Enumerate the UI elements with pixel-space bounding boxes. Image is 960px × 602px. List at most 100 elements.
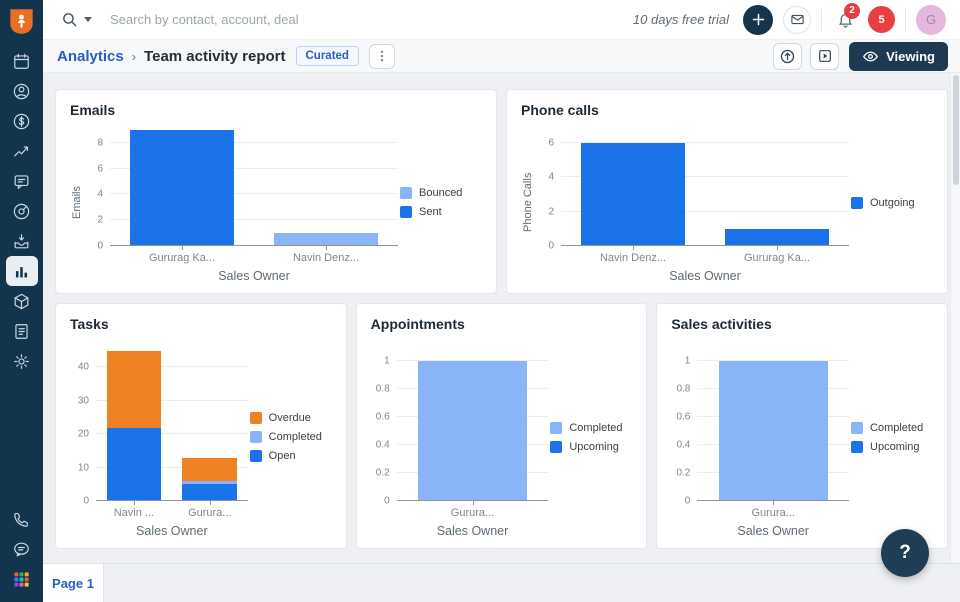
legend-item: Completed bbox=[249, 431, 332, 443]
x-tick-label: Navin ... bbox=[113, 507, 155, 519]
category-tick bbox=[773, 501, 775, 505]
trial-status-text: 10 days free trial bbox=[632, 12, 729, 27]
page-tab-1[interactable]: Page 1 bbox=[43, 564, 104, 602]
search-filter-caret-icon[interactable] bbox=[84, 17, 92, 22]
legend-label: Open bbox=[268, 450, 296, 462]
plot-row: 0 0.2 0.4 0.6 0.8 1 bbox=[671, 336, 850, 507]
y-tick-label: 0 bbox=[548, 240, 554, 252]
search-input[interactable] bbox=[110, 12, 440, 27]
tasks-chart: 0 10 20 30 40 Navin ... Gurura... Sales Owner Ov… bbox=[70, 336, 332, 538]
sidebar-item-invoices[interactable] bbox=[6, 316, 38, 346]
bar bbox=[718, 344, 828, 501]
sidebar-item-contacts[interactable] bbox=[6, 76, 38, 106]
y-tick-label: 0.2 bbox=[375, 467, 390, 479]
chart-card-emails: Emails Emails 0 2 4 6 8 Gururag Ka... Navin Den… bbox=[55, 89, 497, 294]
sidebar-item-apps[interactable] bbox=[6, 564, 38, 594]
alerts-count-button[interactable]: 5 bbox=[868, 6, 895, 33]
bar-segment-overdue[interactable] bbox=[106, 350, 162, 428]
legend-item: Completed bbox=[851, 421, 933, 434]
x-axis-baseline bbox=[697, 500, 850, 501]
category-slot bbox=[561, 130, 705, 250]
legend-item: Sent bbox=[400, 206, 482, 218]
topbar-divider bbox=[905, 8, 906, 31]
viewing-button-label: Viewing bbox=[886, 48, 935, 64]
plot bbox=[561, 130, 849, 250]
plot bbox=[110, 130, 398, 250]
bar-segment-open[interactable] bbox=[106, 427, 162, 501]
chart-title: Tasks bbox=[70, 316, 109, 332]
envelope-icon bbox=[790, 14, 804, 25]
x-tick-label: Gurura... bbox=[450, 507, 495, 519]
bar bbox=[182, 344, 238, 501]
legend-label: Completed bbox=[569, 421, 623, 434]
legend-item: Bounced bbox=[400, 187, 482, 199]
bar-segment-open[interactable] bbox=[182, 484, 238, 501]
report-options-button[interactable] bbox=[368, 43, 395, 69]
chart-legend: Bounced Sent bbox=[398, 122, 482, 283]
app-window: 10 days free trial 2 5 G Analytics › Tea… bbox=[0, 0, 960, 602]
chart-card-sales-activities: Sales activities 0 0.2 0.4 0.6 0.8 1 Gurura...… bbox=[656, 303, 949, 549]
bar-segment-completed[interactable] bbox=[417, 360, 528, 501]
legend-item: Outgoing bbox=[851, 196, 933, 209]
sidebar-item-goals[interactable] bbox=[6, 196, 38, 226]
quick-add-button[interactable] bbox=[743, 4, 773, 35]
help-button[interactable]: ? bbox=[881, 529, 929, 577]
bar-segment-sent[interactable] bbox=[130, 130, 234, 246]
trend-icon bbox=[14, 146, 29, 156]
legend-label: Upcoming bbox=[870, 440, 920, 453]
legend-label: Outgoing bbox=[870, 196, 915, 209]
y-tick-label: 4 bbox=[97, 188, 103, 200]
email-button[interactable] bbox=[783, 5, 811, 34]
bar-segment-outgoing[interactable] bbox=[581, 142, 685, 246]
chart: Emails 0 2 4 6 8 Gururag Ka... Navin Denz... Sal… bbox=[70, 122, 482, 283]
breadcrumb-analytics-link[interactable]: Analytics bbox=[57, 48, 124, 65]
x-axis-title: Sales Owner bbox=[218, 269, 290, 283]
sidebar-item-deals[interactable] bbox=[6, 106, 38, 136]
plot-row: 0 2 4 6 bbox=[535, 122, 849, 252]
scrollbar-thumb[interactable] bbox=[953, 75, 959, 185]
sidebar-item-products[interactable] bbox=[6, 286, 38, 316]
category-slot bbox=[705, 130, 849, 250]
phone-icon bbox=[14, 512, 28, 527]
sidebar-item-chat[interactable] bbox=[6, 534, 38, 564]
vertical-scrollbar[interactable] bbox=[950, 73, 960, 563]
sidebar-item-inbox[interactable] bbox=[6, 226, 38, 256]
user-avatar[interactable]: G bbox=[916, 4, 946, 35]
bar-segment-overdue[interactable] bbox=[182, 457, 238, 481]
y-axis-ticks: 0 0.2 0.4 0.6 0.8 1 bbox=[671, 344, 697, 506]
sidebar-item-calendar[interactable] bbox=[6, 46, 38, 76]
x-tick-label: Gurura... bbox=[751, 507, 795, 519]
y-tick-label: 1 bbox=[684, 355, 691, 367]
bar-segment-completed[interactable] bbox=[718, 360, 828, 501]
presentation-button[interactable] bbox=[810, 42, 840, 70]
notifications-button[interactable]: 2 bbox=[832, 2, 860, 33]
sidebar-item-conversations[interactable] bbox=[6, 166, 38, 196]
bar bbox=[725, 130, 829, 246]
chart-legend: Completed Upcoming bbox=[548, 336, 632, 538]
x-axis-labels: Navin ... Gurura... bbox=[96, 501, 248, 519]
sidebar-item-analytics[interactable] bbox=[5, 256, 38, 286]
page-tabs-bar: Page 1 bbox=[43, 563, 960, 602]
chart-plot-area: 0 0.2 0.4 0.6 0.8 1 Gurura... Sales Owner bbox=[671, 336, 850, 538]
legend-swatch bbox=[550, 421, 563, 434]
y-axis-ticks: 0 0.2 0.4 0.6 0.8 1 bbox=[371, 344, 397, 506]
bar-slots bbox=[561, 130, 849, 250]
y-tick-label: 0.4 bbox=[676, 439, 691, 451]
bar-segment-outgoing[interactable] bbox=[725, 228, 829, 246]
legend-swatch bbox=[550, 440, 563, 453]
sidebar-item-phone[interactable] bbox=[6, 504, 38, 534]
legend-item: Overdue bbox=[249, 412, 332, 424]
y-axis-ticks: 0 2 4 6 bbox=[535, 130, 561, 251]
plot-row: 0 10 20 30 40 bbox=[70, 336, 248, 507]
search-icon[interactable] bbox=[61, 11, 78, 28]
chart-card-tasks: Tasks 0 10 20 30 40 Navin ... Gurura... Sales O… bbox=[55, 303, 347, 549]
export-report-button[interactable] bbox=[773, 42, 803, 70]
plot bbox=[96, 344, 248, 505]
goals-icon bbox=[13, 203, 30, 219]
sidebar-item-trends[interactable] bbox=[6, 136, 38, 166]
sidebar-item-settings[interactable] bbox=[6, 346, 38, 376]
category-slot bbox=[110, 130, 254, 250]
legend-swatch bbox=[249, 450, 262, 462]
viewing-mode-button[interactable]: Viewing bbox=[849, 41, 948, 71]
y-tick-label: 30 bbox=[77, 395, 89, 407]
